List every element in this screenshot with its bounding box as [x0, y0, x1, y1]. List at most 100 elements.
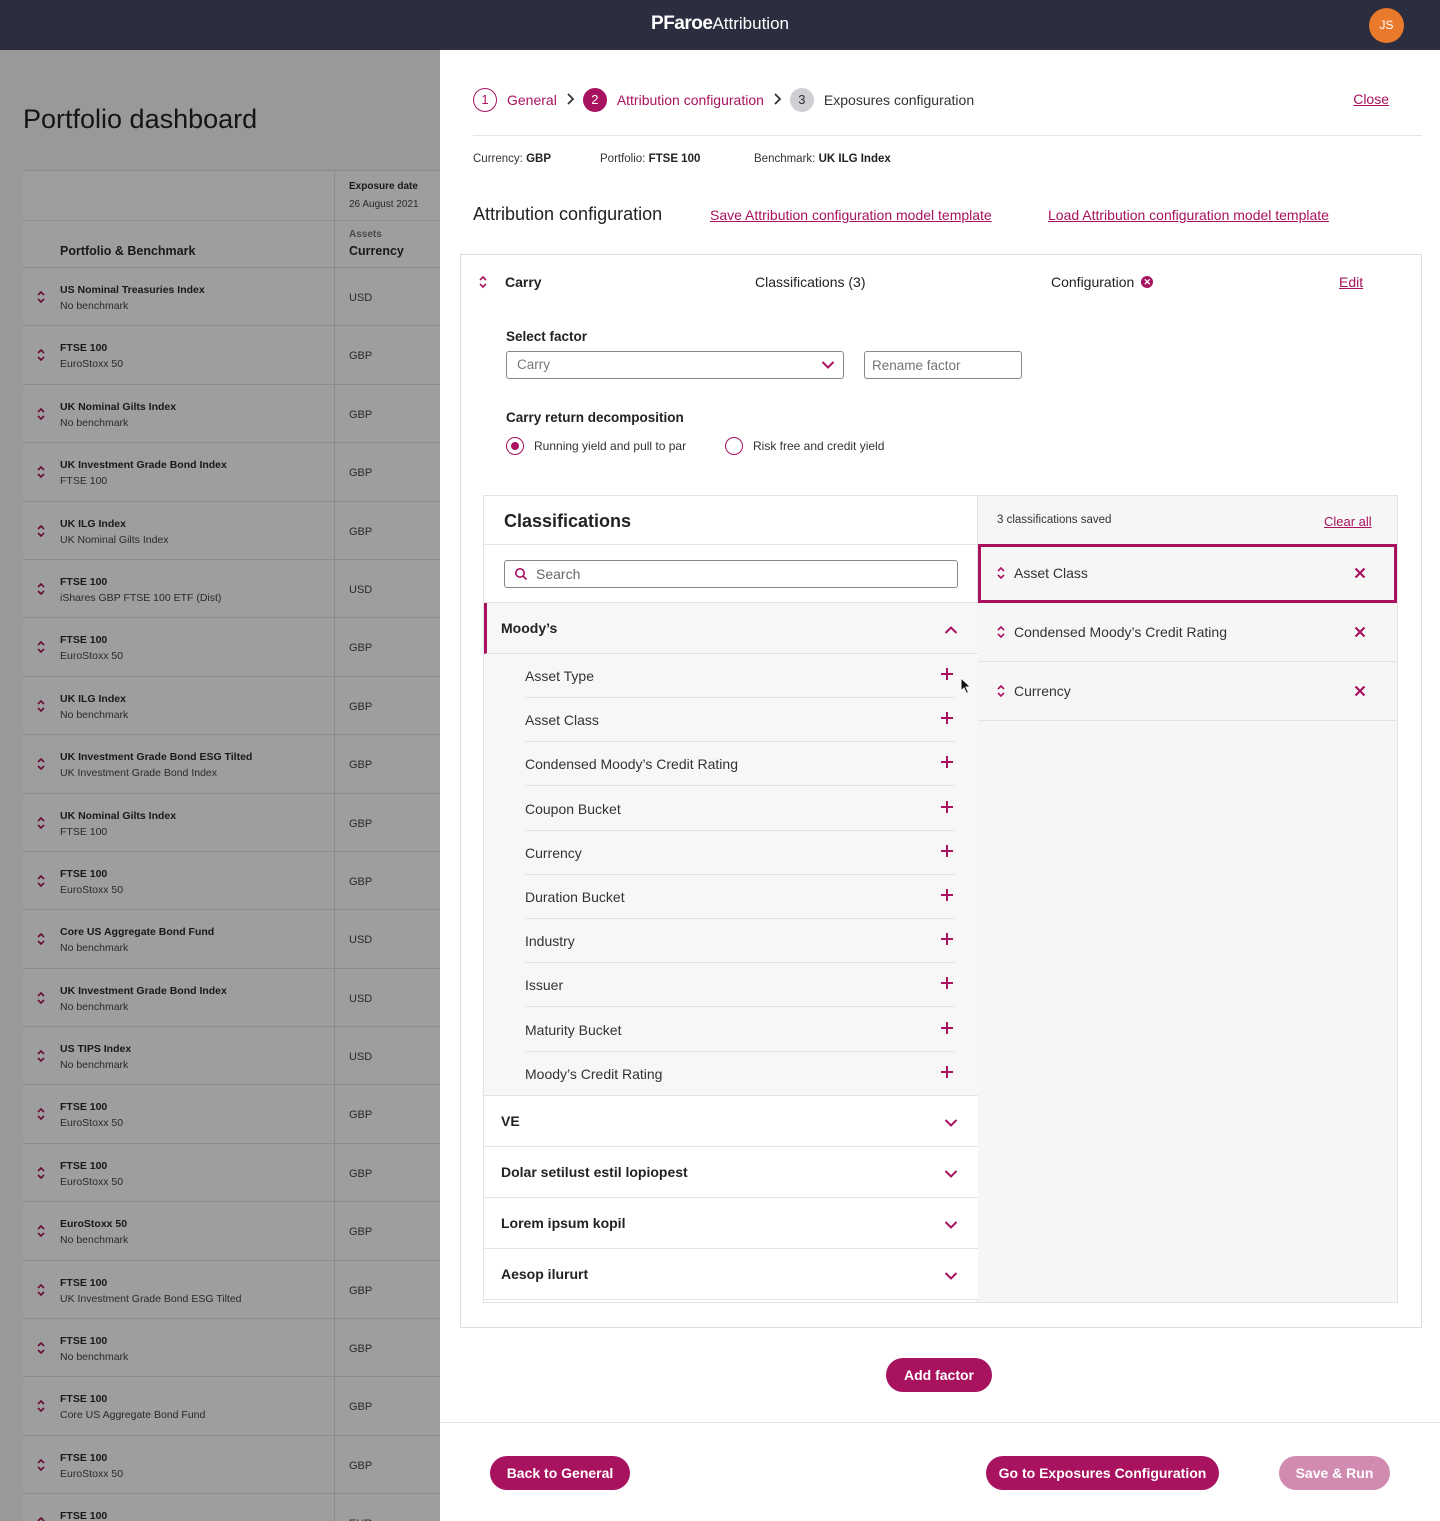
classification-item[interactable]: Issuer	[525, 963, 955, 1008]
save-template-link[interactable]: Save Attribution configuration model tem…	[710, 207, 992, 223]
remove-icon[interactable]	[1354, 684, 1366, 702]
group-name: VE	[501, 1113, 520, 1129]
classification-item[interactable]: Duration Bucket	[525, 875, 955, 919]
classification-item-label: Condensed Moody’s Credit Rating	[525, 756, 738, 773]
radio-risk-free[interactable]: Risk free and credit yield	[725, 437, 884, 455]
add-icon[interactable]	[940, 755, 954, 774]
classification-item[interactable]: Moody’s Credit Rating	[525, 1052, 955, 1096]
step-general[interactable]: General	[507, 92, 557, 108]
group-aesop[interactable]: Aesop ilururt	[484, 1249, 978, 1300]
add-icon[interactable]	[940, 976, 954, 995]
load-template-link[interactable]: Load Attribution configuration model tem…	[1048, 207, 1329, 223]
app-product-name: Attribution	[712, 14, 789, 33]
modal-backdrop[interactable]	[0, 50, 440, 1521]
factor-name: Carry	[505, 274, 542, 290]
factor-configuration-label: Configuration	[1051, 274, 1135, 290]
close-link[interactable]: Close	[1353, 91, 1389, 107]
error-icon: ✕	[1141, 276, 1154, 288]
group-name: Moody’s	[501, 620, 558, 636]
saved-classification-label: Currency	[1014, 683, 1071, 699]
saved-classification[interactable]: Currency	[978, 662, 1397, 721]
classification-item[interactable]: Asset Type	[525, 654, 955, 698]
mouse-cursor-icon	[960, 676, 972, 700]
meta-portfolio-label: Portfolio:	[600, 153, 646, 165]
sort-handle-icon[interactable]	[997, 625, 1005, 644]
classification-item[interactable]: Condensed Moody’s Credit Rating	[525, 742, 955, 787]
step-exposures-configuration[interactable]: Exposures configuration	[824, 92, 974, 108]
meta-benchmark-label: Benchmark:	[754, 153, 816, 165]
clear-all-link[interactable]: Clear all	[1324, 514, 1372, 529]
classification-search-input[interactable]: Search	[504, 560, 958, 588]
add-icon[interactable]	[940, 667, 954, 686]
radio-running-yield[interactable]: Running yield and pull to par	[506, 437, 686, 455]
add-icon[interactable]	[940, 1021, 954, 1040]
group-lorem[interactable]: Lorem ipsum kopil	[484, 1198, 978, 1249]
saved-classification[interactable]: Condensed Moody’s Credit Rating	[978, 603, 1397, 662]
add-icon[interactable]	[940, 844, 954, 863]
group-dolar[interactable]: Dolar setilust estil lopiopest	[484, 1147, 978, 1198]
classification-item[interactable]: Coupon Bucket	[525, 787, 955, 831]
remove-icon[interactable]	[1354, 625, 1366, 643]
factor-card: Carry Classifications (3) Configuration …	[460, 254, 1422, 1328]
factor-configuration-status: Configuration ✕	[1051, 274, 1154, 290]
add-icon[interactable]	[940, 711, 954, 730]
search-placeholder: Search	[536, 566, 581, 582]
add-icon[interactable]	[940, 1065, 954, 1084]
add-icon[interactable]	[940, 888, 954, 907]
chevron-down-icon	[944, 1166, 958, 1184]
section-title: Attribution configuration	[473, 204, 663, 224]
step-attribution-configuration[interactable]: Attribution configuration	[617, 92, 764, 108]
rename-factor-input[interactable]	[864, 351, 1022, 379]
radio-button[interactable]	[725, 437, 743, 455]
select-factor-label: Select factor	[506, 329, 588, 344]
step-2-number[interactable]: 2	[582, 88, 607, 112]
app-brand: PFaroeAttribution	[0, 13, 1440, 35]
sort-handle-icon[interactable]	[997, 566, 1005, 585]
sort-handle-icon[interactable]	[479, 275, 487, 294]
search-icon	[514, 567, 528, 584]
classification-items: Asset Type Asset Class Condensed Moody’s C…	[484, 654, 978, 1096]
step-1-number[interactable]: 1	[473, 88, 497, 112]
add-icon[interactable]	[940, 932, 954, 951]
go-to-exposures-button[interactable]: Go to Exposures Configuration	[986, 1456, 1219, 1490]
divider	[473, 135, 1422, 136]
group-moodys[interactable]: Moody’s	[484, 603, 978, 654]
classification-item-label: Coupon Bucket	[525, 800, 621, 817]
chevron-down-icon	[821, 358, 835, 373]
edit-factor-link[interactable]: Edit	[1339, 274, 1363, 290]
sort-handle-icon[interactable]	[997, 684, 1005, 703]
remove-icon[interactable]	[1354, 566, 1366, 584]
classification-item[interactable]: Currency	[525, 831, 955, 875]
classification-item[interactable]: Maturity Bucket	[525, 1008, 955, 1052]
stepper: 1 General 2 Attribution configuration 3 …	[473, 88, 974, 112]
classification-item-label: Industry	[525, 933, 575, 950]
add-icon[interactable]	[940, 800, 954, 819]
meta-benchmark: Benchmark: UK ILG Index	[754, 153, 891, 165]
add-factor-button[interactable]: Add factor	[886, 1358, 992, 1392]
radio-button-checked[interactable]	[506, 437, 524, 455]
group-ve[interactable]: VE	[484, 1096, 978, 1147]
classification-item[interactable]: Asset Class	[525, 698, 955, 743]
classification-item[interactable]: Industry	[525, 919, 955, 964]
save-and-run-button[interactable]: Save & Run	[1279, 1456, 1390, 1490]
meta-currency-value: GBP	[526, 153, 551, 165]
saved-count: 3 classifications saved	[997, 514, 1112, 526]
chevron-right-icon	[557, 92, 583, 109]
classifications-saved: 3 classifications saved Clear all Asset …	[978, 496, 1397, 1302]
app-logo: PFaroe	[651, 13, 713, 34]
saved-classification-label: Asset Class	[1014, 565, 1088, 581]
classification-item-label: Maturity Bucket	[525, 1021, 622, 1038]
step-3-number[interactable]: 3	[789, 88, 814, 112]
saved-classification[interactable]: Asset Class	[978, 544, 1397, 603]
meta-currency: Currency: GBP	[473, 153, 551, 165]
classification-item-label: Issuer	[525, 977, 564, 994]
divider	[484, 544, 978, 545]
back-to-general-button[interactable]: Back to General	[490, 1456, 630, 1490]
group-name: Dolar setilust estil lopiopest	[501, 1164, 688, 1180]
classification-item-label: Duration Bucket	[525, 889, 625, 905]
factor-select[interactable]: Carry	[506, 351, 844, 379]
meta-benchmark-value: UK ILG Index	[818, 153, 891, 165]
user-avatar[interactable]: JS	[1369, 8, 1404, 43]
classification-item-label: Moody’s Credit Rating	[525, 1065, 663, 1082]
classifications-title: Classifications	[504, 511, 632, 531]
